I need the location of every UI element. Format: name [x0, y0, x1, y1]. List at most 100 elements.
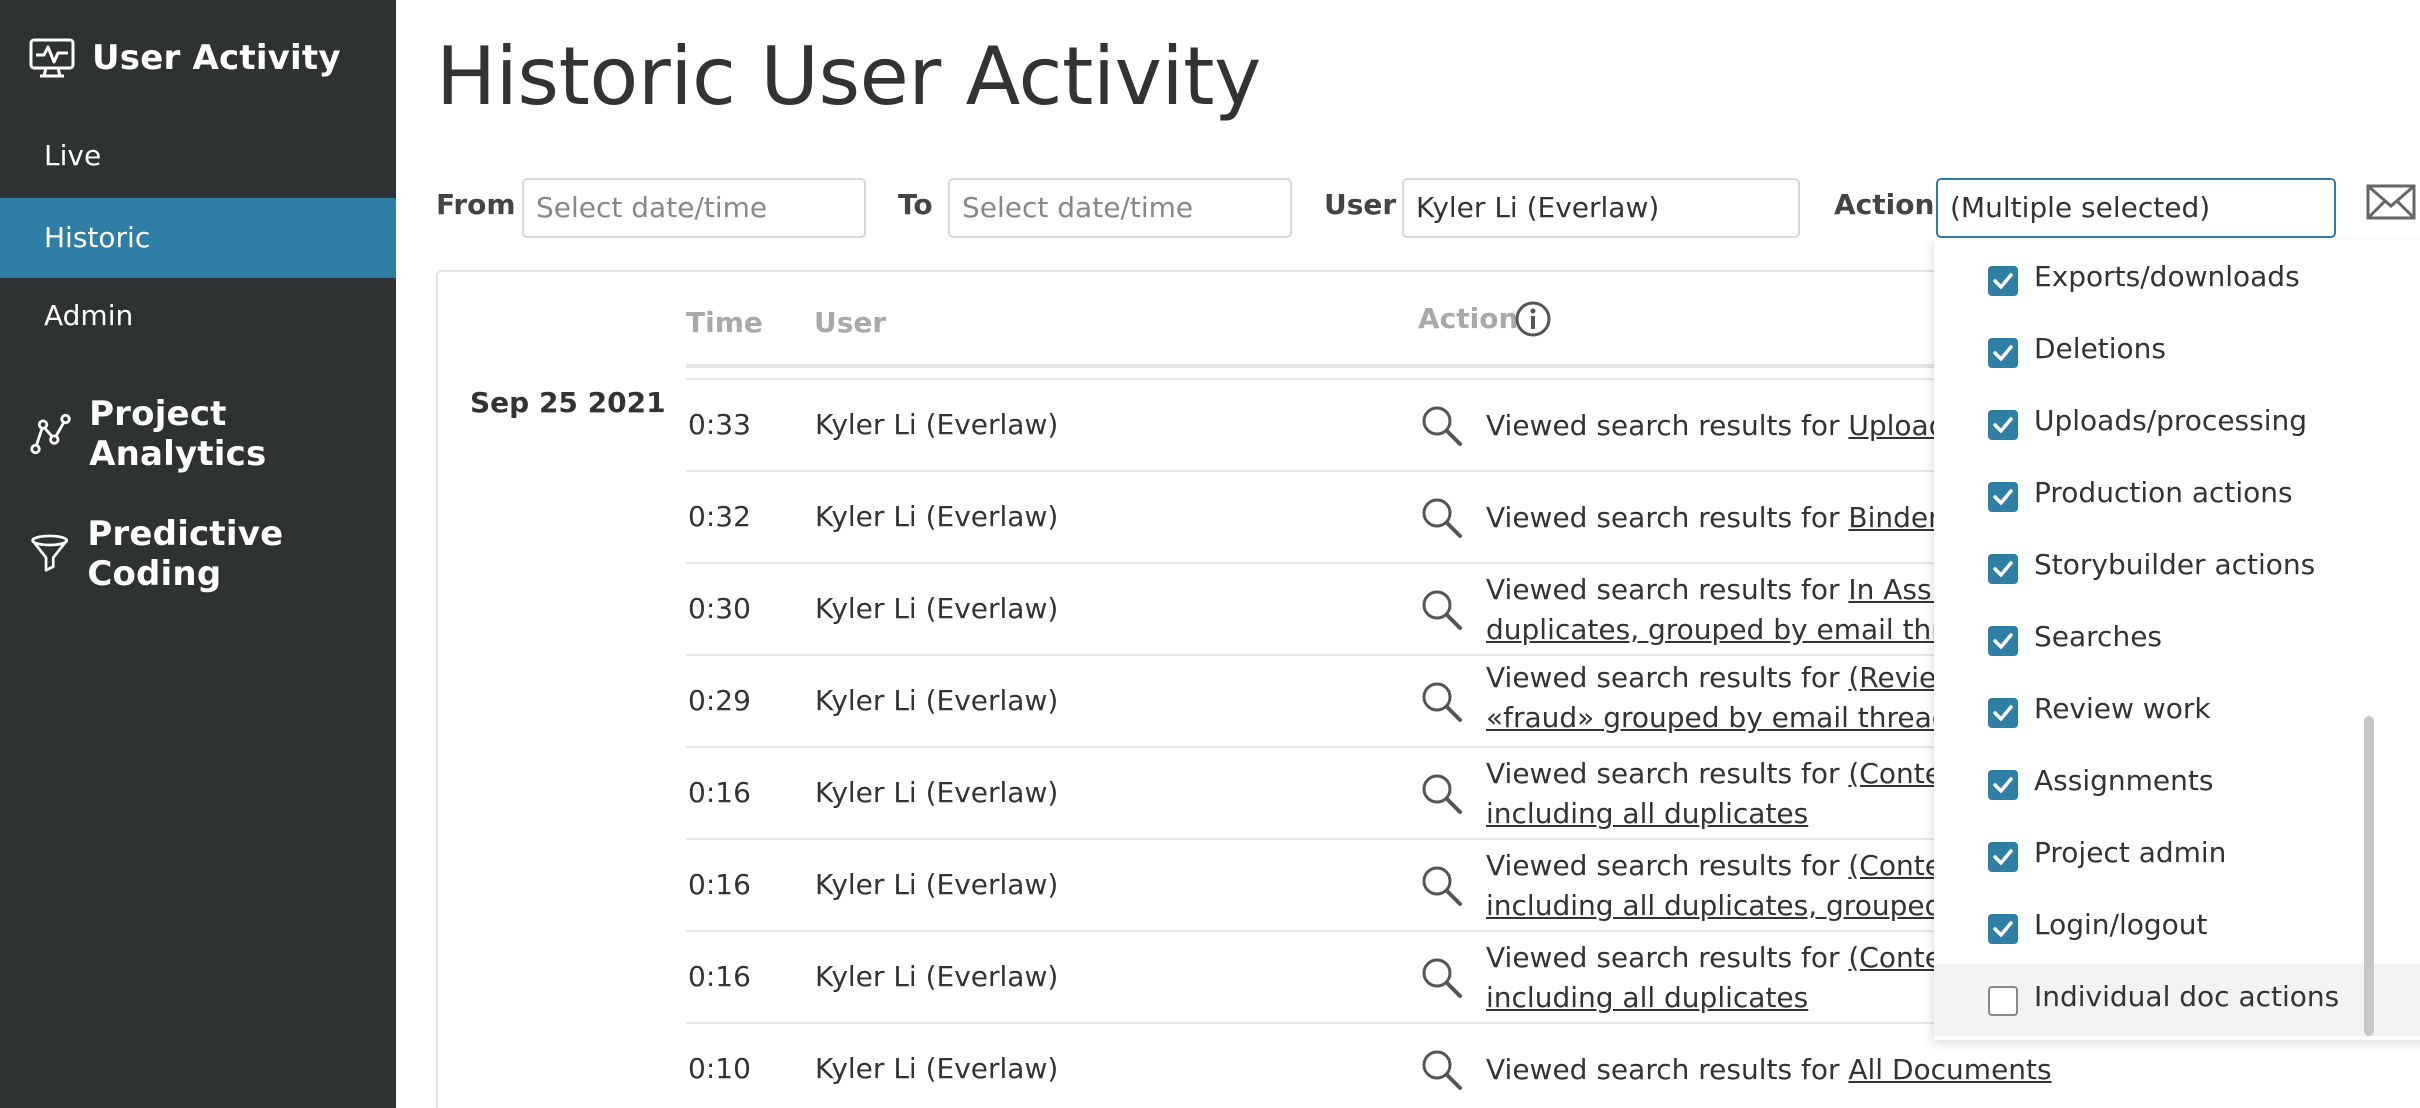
- sidebar-item-live[interactable]: Live: [0, 116, 396, 196]
- search-icon: [1422, 866, 1462, 906]
- option-label: Login/logout: [2034, 908, 2208, 941]
- column-header-user[interactable]: User: [814, 306, 886, 339]
- option-assignments[interactable]: Assignments: [1934, 748, 2420, 820]
- row-time: 0:16: [688, 868, 751, 901]
- analytics-icon: [30, 413, 71, 455]
- option-uploads-processing[interactable]: Uploads/processing: [1934, 388, 2420, 460]
- search-link-continued[interactable]: including all duplicates: [1486, 797, 1808, 830]
- action-label: Action: [1834, 188, 1935, 221]
- option-project-admin[interactable]: Project admin: [1934, 820, 2420, 892]
- user-input[interactable]: Kyler Li (Everlaw): [1402, 178, 1800, 238]
- action-text: Viewed search results for: [1486, 501, 1849, 534]
- info-icon[interactable]: [1514, 300, 1552, 338]
- sidebar-header-user-activity[interactable]: User Activity: [28, 34, 341, 82]
- search-link-continued[interactable]: duplicates, grouped by email threa: [1486, 613, 1977, 646]
- mail-icon[interactable]: [2366, 180, 2416, 224]
- row-time: 0:16: [688, 776, 751, 809]
- row-time: 0:10: [688, 1052, 751, 1085]
- from-date-input[interactable]: Select date/time: [522, 178, 866, 238]
- row-action: Viewed search results for All Documents: [1486, 1050, 2052, 1090]
- row-user: Kyler Li (Everlaw): [815, 684, 1059, 717]
- option-label: Individual doc actions: [2034, 980, 2340, 1013]
- checkbox-checked[interactable]: [1988, 482, 2018, 512]
- option-label: Uploads/processing: [2034, 404, 2308, 437]
- funnel-icon: [31, 534, 69, 572]
- checkbox-checked[interactable]: [1988, 626, 2018, 656]
- row-user: Kyler Li (Everlaw): [815, 592, 1059, 625]
- action-text: Viewed search results for: [1486, 849, 1849, 882]
- row-action: Viewed search results for (Content includ…: [1486, 938, 1971, 1018]
- date-group-label: Sep 25 2021: [470, 386, 666, 419]
- action-text: Viewed search results for: [1486, 757, 1849, 790]
- action-text: Viewed search results for: [1486, 573, 1849, 606]
- sidebar-item-admin[interactable]: Admin: [0, 276, 396, 356]
- row-action: Viewed search results for (Reviewe «fraud…: [1486, 658, 1976, 738]
- sidebar: User Activity Live Historic Admin Projec…: [0, 0, 396, 1108]
- option-label: Exports/downloads: [2034, 260, 2300, 293]
- action-text: Viewed search results for: [1486, 661, 1849, 694]
- to-label: To: [898, 188, 933, 221]
- to-date-input[interactable]: Select date/time: [948, 178, 1292, 238]
- option-deletions[interactable]: Deletions: [1934, 316, 2420, 388]
- search-icon: [1422, 958, 1462, 998]
- action-text: Viewed search results for: [1486, 941, 1849, 974]
- sidebar-section-project-analytics[interactable]: Project Analytics: [28, 394, 396, 474]
- search-link-continued[interactable]: «fraud» grouped by email threads,: [1486, 701, 1973, 734]
- option-label: Storybuilder actions: [2034, 548, 2316, 581]
- checkbox-checked[interactable]: [1988, 410, 2018, 440]
- checkbox-unchecked[interactable]: [1988, 986, 2018, 1016]
- checkbox-checked[interactable]: [1988, 554, 2018, 584]
- action-text: Viewed search results for: [1486, 1053, 1849, 1086]
- option-login-logout[interactable]: Login/logout: [1934, 892, 2420, 964]
- row-user: Kyler Li (Everlaw): [815, 776, 1059, 809]
- page-title: Historic User Activity: [436, 30, 1261, 123]
- checkbox-checked[interactable]: [1988, 338, 2018, 368]
- from-label: From: [436, 188, 516, 221]
- checkbox-checked[interactable]: [1988, 266, 2018, 296]
- dropdown-scrollbar[interactable]: [2364, 716, 2374, 1036]
- option-label: Assignments: [2034, 764, 2214, 797]
- action-dropdown-menu: Exports/downloads Deletions Uploads/proc…: [1934, 240, 2420, 1040]
- row-action: Viewed search results for Upload (: [1486, 406, 1966, 446]
- row-time: 0:32: [688, 500, 751, 533]
- search-link[interactable]: All Documents: [1848, 1053, 2051, 1086]
- checkbox-checked[interactable]: [1988, 914, 2018, 944]
- project-analytics-label: Project Analytics: [89, 394, 267, 474]
- action-select[interactable]: (Multiple selected): [1936, 178, 2336, 238]
- option-label: Production actions: [2034, 476, 2293, 509]
- checkbox-checked[interactable]: [1988, 842, 2018, 872]
- option-review-work[interactable]: Review work: [1934, 676, 2420, 748]
- row-user: Kyler Li (Everlaw): [815, 960, 1059, 993]
- checkbox-checked[interactable]: [1988, 698, 2018, 728]
- option-individual-doc-actions[interactable]: Individual doc actions: [1934, 964, 2420, 1036]
- search-icon: [1422, 590, 1462, 630]
- row-action: Viewed search results for Binder 5: [1486, 498, 1966, 538]
- search-link-continued[interactable]: including all duplicates: [1486, 981, 1808, 1014]
- search-icon: [1422, 406, 1462, 446]
- option-production-actions[interactable]: Production actions: [1934, 460, 2420, 532]
- option-searches[interactable]: Searches: [1934, 604, 2420, 676]
- search-link-continued[interactable]: including all duplicates, grouped by: [1486, 889, 1986, 922]
- checkbox-checked[interactable]: [1988, 770, 2018, 800]
- monitor-activity-icon: [29, 38, 75, 78]
- row-action: Viewed search results for (Content includ…: [1486, 754, 1971, 834]
- option-exports-downloads[interactable]: Exports/downloads: [1934, 244, 2420, 316]
- option-label: Searches: [2034, 620, 2163, 653]
- column-header-time[interactable]: Time: [686, 306, 763, 339]
- option-label: Project admin: [2034, 836, 2227, 869]
- column-header-action[interactable]: Action: [1418, 302, 1518, 335]
- option-label: Review work: [2034, 692, 2211, 725]
- option-storybuilder-actions[interactable]: Storybuilder actions: [1934, 532, 2420, 604]
- search-icon: [1422, 774, 1462, 814]
- search-icon: [1422, 682, 1462, 722]
- sidebar-section-predictive-coding[interactable]: Predictive Coding: [28, 514, 396, 594]
- row-time: 0:16: [688, 960, 751, 993]
- row-time: 0:29: [688, 684, 751, 717]
- row-user: Kyler Li (Everlaw): [815, 500, 1059, 533]
- row-user: Kyler Li (Everlaw): [815, 1052, 1059, 1085]
- sidebar-item-historic[interactable]: Historic: [0, 198, 396, 278]
- row-user: Kyler Li (Everlaw): [815, 868, 1059, 901]
- action-text: Viewed search results for: [1486, 409, 1849, 442]
- row-action: Viewed search results for In Assign dupli…: [1486, 570, 1977, 650]
- user-label: User: [1324, 188, 1397, 221]
